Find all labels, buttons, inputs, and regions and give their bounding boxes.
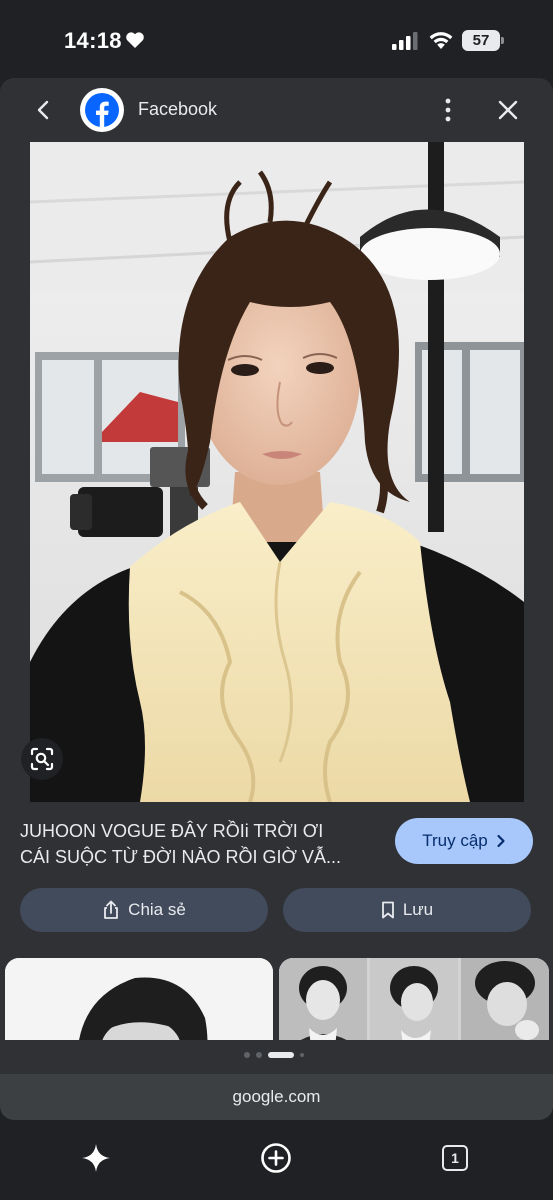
gemini-button[interactable] [76,1138,116,1178]
close-icon [498,100,518,120]
url-text: google.com [232,1087,321,1106]
result-image[interactable] [30,142,524,802]
result-header: Facebook [0,78,553,142]
battery-indicator: 57 [462,30,504,51]
tabs-button[interactable]: 1 [435,1138,475,1178]
battery-level: 57 [462,30,500,51]
battery-tip [501,37,504,44]
related-image-card[interactable] [5,958,273,1040]
new-tab-button[interactable] [256,1138,296,1178]
caption-line-1: JUHOON VOGUE ĐÂY RỒIi TRỜI ƠI [20,821,324,841]
lens-search-icon [30,747,54,771]
save-label: Lưu [402,900,434,919]
source-title[interactable]: Facebook [138,99,217,120]
page-dot [244,1052,250,1058]
tab-count: 1 [442,1145,468,1171]
visit-label: Truy cập [422,831,488,850]
url-bar[interactable]: google.com [0,1074,553,1120]
page-dot [300,1053,304,1057]
page-dot-active [268,1052,294,1058]
related-photo-bw [5,958,273,1040]
cellular-signal-icon [392,32,418,50]
related-photo-collage [279,958,549,1040]
result-info-panel: JUHOON VOGUE ĐÂY RỒIi TRỜI ƠI CÁI SUỘC T… [0,802,553,1074]
back-button[interactable] [28,94,60,126]
bottom-toolbar: 1 [0,1120,553,1200]
save-button[interactable]: Lưu [283,888,531,932]
chevron-left-icon [37,100,49,120]
wifi-icon [429,32,453,49]
heart-icon [126,32,144,48]
page-dot [256,1052,262,1058]
caption-line-2: CÁI SUỘC TỪ ĐỜI NÀO RỒI GIỜ VẪ... [20,847,341,867]
share-button[interactable]: Chia sẻ [20,888,268,932]
carousel-page-indicator [244,1050,314,1060]
share-icon [104,900,119,919]
close-button[interactable] [492,94,524,126]
more-vertical-icon [445,98,451,122]
status-bar: 14:18 57 [0,0,553,78]
result-caption[interactable]: JUHOON VOGUE ĐÂY RỒIi TRỜI ƠI CÁI SUỘC T… [20,818,380,872]
portrait-photo [30,142,524,802]
related-images-carousel [0,956,553,1040]
more-options-button[interactable] [432,94,464,126]
facebook-logo [80,88,124,132]
share-label: Chia sẻ [128,900,186,919]
image-preview-area [0,142,553,802]
google-lens-button[interactable] [21,738,63,780]
sparkle-icon [82,1144,110,1172]
facebook-icon [85,93,119,127]
visit-button[interactable]: Truy cập [395,818,533,864]
related-image-card[interactable] [279,958,549,1040]
chevron-right-icon [497,834,505,848]
status-time: 14:18 [64,28,122,53]
plus-circle-icon [261,1143,291,1173]
bookmark-icon [381,901,394,919]
